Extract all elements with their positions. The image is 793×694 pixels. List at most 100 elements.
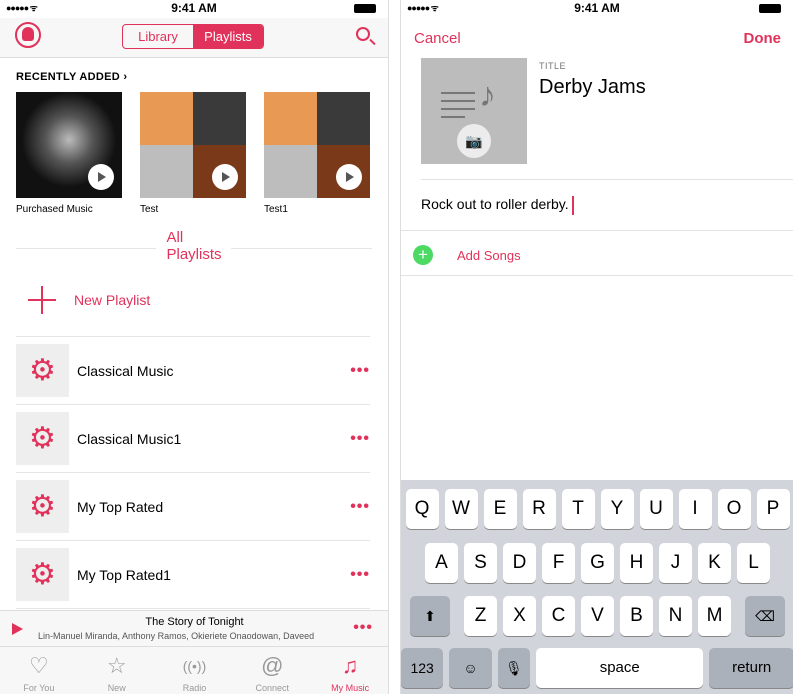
tab-my-music[interactable]: ♫ My Music	[311, 647, 388, 694]
key-e[interactable]: E	[483, 489, 517, 529]
library-playlists-segment: Library Playlists	[122, 24, 264, 49]
signal-icon: ●●●●● ᯤ	[407, 3, 439, 13]
section-title: RECENTLY ADDED	[16, 71, 121, 83]
star-icon: ☆	[106, 653, 127, 678]
new-playlist-label: New Playlist	[74, 291, 151, 308]
key-u[interactable]: U	[639, 489, 673, 529]
playlist-row[interactable]: ⚙ Classical Music1 •••	[16, 405, 370, 473]
key-a[interactable]: A	[425, 543, 458, 583]
done-button[interactable]: Done	[744, 30, 782, 47]
key-b[interactable]: B	[620, 596, 653, 636]
more-icon[interactable]: •••	[353, 619, 373, 637]
album-title: Test1	[264, 204, 288, 215]
new-playlist-button[interactable]: New Playlist	[16, 263, 370, 337]
key-q[interactable]: Q	[405, 489, 439, 529]
cancel-button[interactable]: Cancel	[414, 30, 461, 47]
mini-player[interactable]: The Story of Tonight Lin-Manuel Miranda,…	[0, 610, 388, 647]
key-v[interactable]: V	[581, 596, 614, 636]
emoji-key[interactable]: ☺	[449, 648, 492, 688]
tab-for-you[interactable]: ♡ For You	[0, 647, 78, 694]
heart-icon: ♡	[29, 653, 49, 678]
plus-icon	[28, 285, 56, 314]
playlist-row[interactable]: ⚙ Classical Music •••	[16, 337, 370, 405]
numbers-key[interactable]: 123	[401, 648, 444, 688]
clock: 9:41 AM	[574, 1, 620, 15]
space-key[interactable]: space	[536, 648, 704, 688]
status-bar: ●●●●● ᯤ 9:41 AM	[401, 0, 793, 18]
return-key[interactable]: return	[709, 648, 793, 688]
more-icon[interactable]: •••	[350, 498, 370, 516]
key-c[interactable]: C	[542, 596, 575, 636]
microphone-key[interactable]: 🎙	[497, 648, 531, 688]
all-playlists-dropdown[interactable]: All Playlists ⌄	[156, 229, 232, 263]
music-note-icon: ♫	[341, 653, 359, 678]
album-artwork	[140, 92, 246, 198]
recently-added-link[interactable]: RECENTLY ADDED ›	[16, 71, 388, 83]
segment-library[interactable]: Library	[123, 25, 193, 48]
key-t[interactable]: T	[561, 489, 595, 529]
profile-avatar[interactable]	[15, 22, 41, 48]
add-songs-label: Add Songs	[457, 247, 521, 263]
key-s[interactable]: S	[464, 543, 497, 583]
key-i[interactable]: I	[678, 489, 712, 529]
music-note-icon: ♪	[479, 76, 496, 114]
title-label: TITLE	[539, 61, 567, 71]
more-icon[interactable]: •••	[350, 430, 370, 448]
camera-icon[interactable]: 📷	[457, 124, 491, 158]
nav-bar: Cancel Done	[401, 18, 793, 58]
more-icon[interactable]: •••	[350, 362, 370, 380]
album-title: Test	[140, 204, 159, 215]
tab-label: For You	[23, 683, 55, 693]
tab-radio[interactable]: ((•)) Radio	[156, 647, 234, 694]
search-icon[interactable]	[356, 27, 370, 41]
my-music-screen: ●●●●● ᯤ 9:41 AM Library Playlists RECENTL…	[0, 0, 389, 694]
album-item[interactable]: Test1	[264, 92, 370, 215]
tab-new[interactable]: ☆ New	[78, 647, 156, 694]
segment-playlists[interactable]: Playlists	[193, 25, 263, 48]
tab-bar: ♡ For You ☆ New ((•)) Radio @ Connect ♫ My Mu…	[0, 647, 388, 694]
backspace-key[interactable]: ⌫	[745, 596, 785, 636]
title-field[interactable]: Derby Jams	[539, 76, 646, 99]
playlist-name: Classical Music1	[77, 430, 182, 447]
key-w[interactable]: W	[444, 489, 478, 529]
album-title: Purchased Music	[16, 204, 93, 215]
shift-key[interactable]: ⬆	[410, 596, 450, 636]
all-playlists-divider: All Playlists ⌄	[16, 229, 372, 263]
keyboard: QWERTYUIOP ASDFGHJKL ⬆ Z X C V B N M ⌫ 123 ☺ 🎙 s…	[401, 480, 793, 694]
add-songs-button[interactable]: + Add Songs	[413, 245, 521, 265]
play-icon[interactable]	[88, 164, 114, 190]
play-icon[interactable]	[336, 164, 362, 190]
key-r[interactable]: R	[522, 489, 556, 529]
key-z[interactable]: Z	[464, 596, 497, 636]
album-item[interactable]: Purchased Music	[16, 92, 122, 215]
playlist-row[interactable]: ⚙ My Top Rated •••	[16, 473, 370, 541]
dropdown-label: All Playlists	[156, 229, 232, 263]
key-g[interactable]: G	[581, 543, 614, 583]
signal-icon: ●●●●● ᯤ	[6, 3, 38, 13]
more-icon[interactable]: •••	[350, 566, 370, 584]
key-n[interactable]: N	[659, 596, 692, 636]
gear-icon: ⚙	[16, 344, 69, 397]
key-h[interactable]: H	[620, 543, 653, 583]
key-j[interactable]: J	[659, 543, 692, 583]
tab-label: Radio	[182, 683, 207, 693]
tab-connect[interactable]: @ Connect	[233, 647, 311, 694]
key-m[interactable]: M	[698, 596, 731, 636]
play-icon[interactable]	[212, 164, 238, 190]
playlist-name: My Top Rated1	[77, 566, 171, 583]
key-k[interactable]: K	[698, 543, 731, 583]
key-l[interactable]: L	[737, 543, 770, 583]
description-text: Rock out to roller derby.	[421, 196, 569, 213]
album-artwork	[264, 92, 370, 198]
key-p[interactable]: P	[756, 489, 790, 529]
key-f[interactable]: F	[542, 543, 575, 583]
key-y[interactable]: Y	[600, 489, 634, 529]
key-o[interactable]: O	[717, 489, 751, 529]
key-x[interactable]: X	[503, 596, 536, 636]
playlist-row[interactable]: ⚙ My Top Rated1 •••	[16, 541, 370, 609]
album-item[interactable]: Test	[140, 92, 246, 215]
playlist-cover[interactable]: ♪ 📷	[421, 58, 527, 164]
key-d[interactable]: D	[503, 543, 536, 583]
description-field[interactable]: Rock out to roller derby.	[421, 196, 574, 215]
tab-label: Connect	[255, 683, 290, 693]
